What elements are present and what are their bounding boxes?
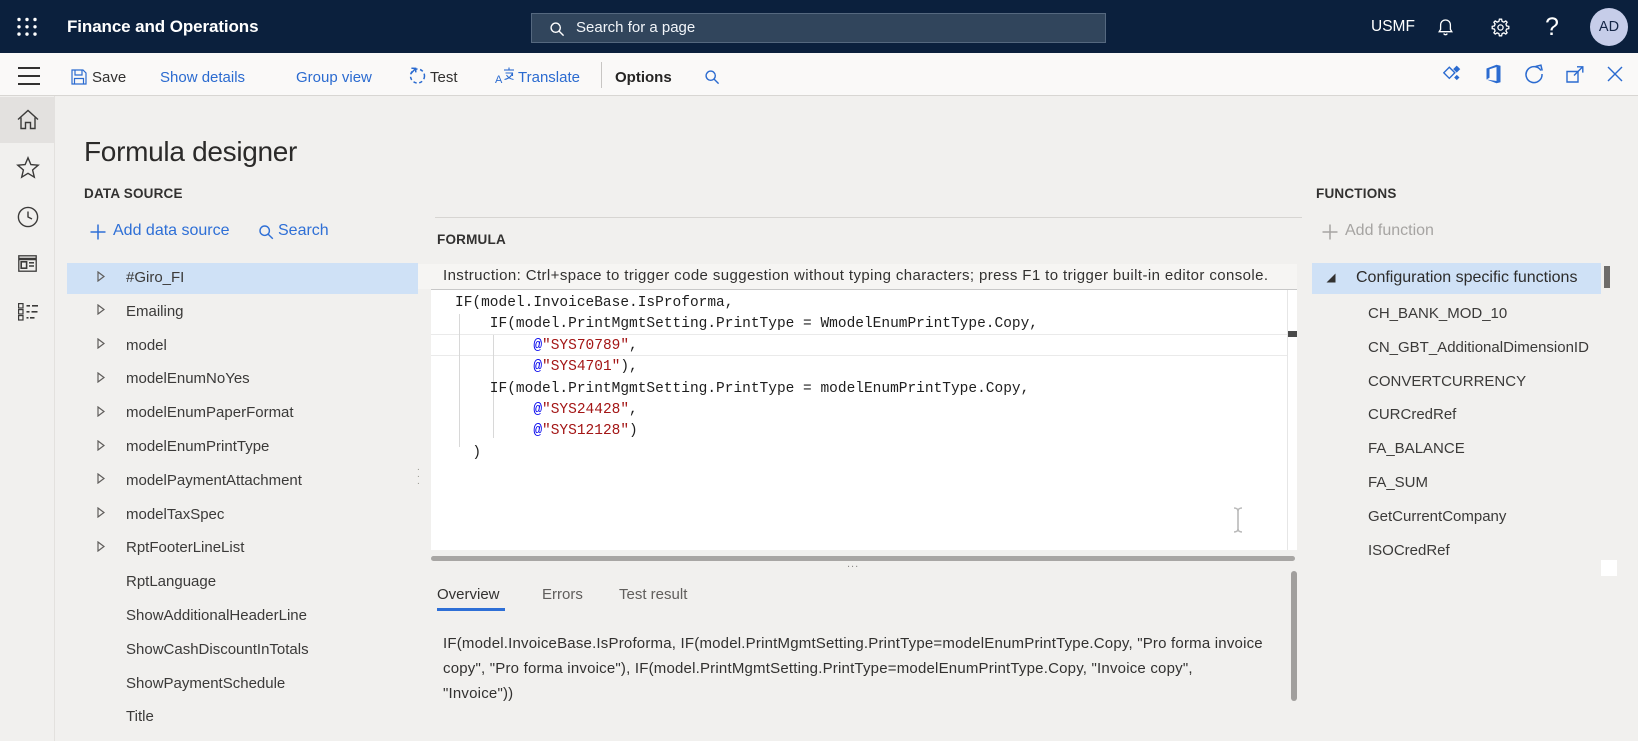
svg-text:A: A	[495, 74, 503, 85]
